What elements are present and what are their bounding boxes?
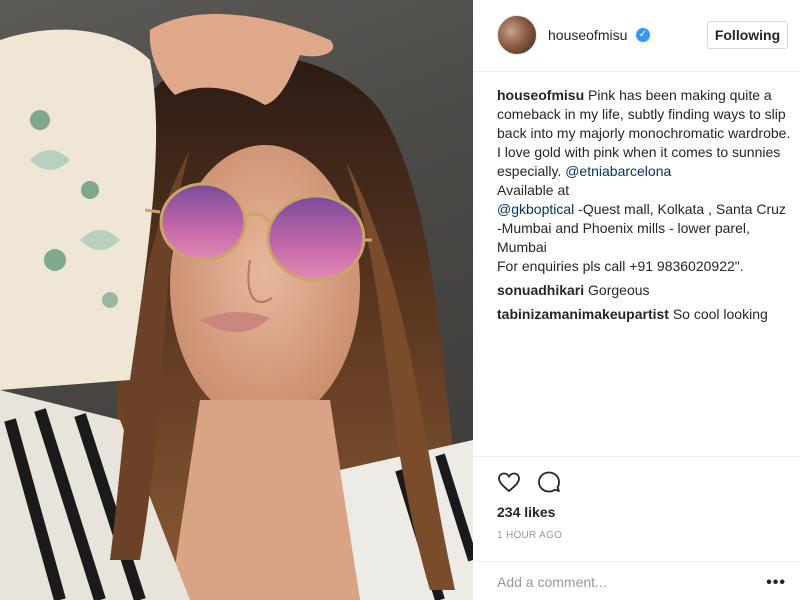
add-comment-bar: Add a comment... ••• [473, 561, 800, 600]
actions-area: 234 likes 1 HOUR AGO Add a comment... ••… [473, 456, 800, 600]
likes-count[interactable]: 234 likes [497, 504, 555, 520]
more-options-icon[interactable]: ••• [766, 574, 786, 592]
post-photo-illustration [0, 13, 473, 600]
verified-badge-icon: ✓ [636, 28, 650, 42]
mention-link[interactable]: @etniabarcelona [565, 163, 671, 179]
header-username[interactable]: houseofmisu [548, 27, 627, 43]
caption-username[interactable]: houseofmisu [497, 87, 584, 103]
avatar[interactable] [497, 15, 537, 55]
following-button[interactable]: Following [707, 21, 788, 49]
post-image[interactable] [0, 0, 473, 600]
caption-text: For enquiries pls call +91 9836020922". [497, 258, 744, 274]
comment-item: tabinizamanimakeupartist So cool looking [497, 305, 791, 324]
comment-username[interactable]: sonuadhikari [497, 282, 584, 298]
post-header: houseofmisu ✓ Following [473, 0, 800, 72]
post-timestamp[interactable]: 1 HOUR AGO [497, 530, 562, 541]
comment-text: Gorgeous [584, 282, 650, 298]
caption: houseofmisu Pink has been making quite a… [497, 86, 791, 276]
post-details-panel: houseofmisu ✓ Following houseofmisu Pink… [473, 0, 800, 600]
comment-text: So cool looking [668, 306, 768, 322]
add-comment-input[interactable]: Add a comment... [497, 574, 607, 590]
mention-link[interactable]: @gkboptical [497, 201, 574, 217]
comments-list: houseofmisu Pink has been making quite a… [497, 86, 791, 329]
caption-text: Available at [497, 182, 570, 198]
heart-icon[interactable] [497, 470, 521, 494]
comment-username[interactable]: tabinizamanimakeupartist [497, 306, 669, 322]
comment-icon[interactable] [537, 470, 561, 494]
comment-item: sonuadhikari Gorgeous [497, 281, 791, 300]
